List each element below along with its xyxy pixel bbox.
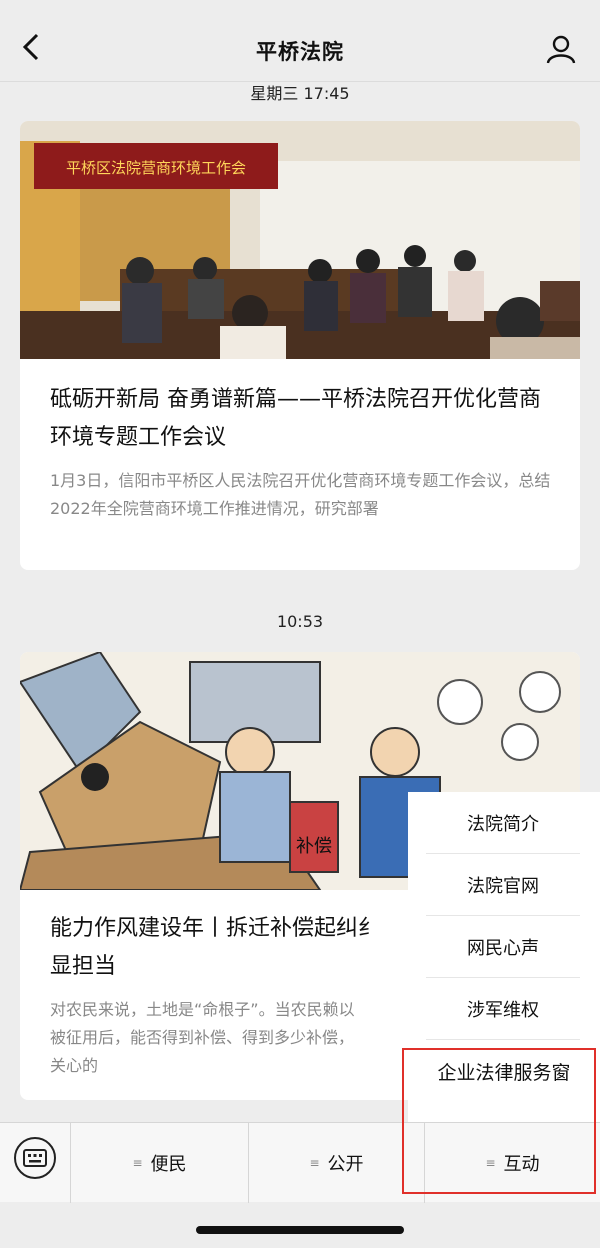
home-indicator[interactable] <box>196 1226 404 1234</box>
menu-lines-icon: ≡ <box>132 1156 143 1170</box>
person-icon <box>546 35 576 64</box>
profile-button[interactable] <box>544 32 578 66</box>
menu-lines-icon: ≡ <box>309 1156 320 1170</box>
tab-label: 公开 <box>327 1154 364 1175</box>
bottom-menu-bar: ≡ 便民 ≡ 公开 ≡ 互动 <box>0 1122 600 1203</box>
meeting-banner-text: 平桥区法院营商环境工作会 <box>66 159 246 177</box>
tab-public[interactable]: ≡ 公开 <box>248 1123 424 1203</box>
keyboard-icon <box>23 1149 47 1167</box>
tab-label: 互动 <box>503 1154 540 1175</box>
menu-item-court-website[interactable]: 法院官网 <box>426 854 580 916</box>
message-timestamp: 10:53 <box>0 612 600 631</box>
menu-item-enterprise-legal-service[interactable]: 企业法律服务窗 <box>418 1040 590 1102</box>
tab-interaction[interactable]: ≡ 互动 <box>424 1123 600 1203</box>
article-image: 平桥区法院营商环境工作会 <box>20 121 580 359</box>
tab-convenience[interactable]: ≡ 便民 <box>70 1123 248 1203</box>
menu-item-court-intro[interactable]: 法院简介 <box>426 792 580 854</box>
menu-item-netizen-voice[interactable]: 网民心声 <box>426 916 580 978</box>
tab-label: 便民 <box>150 1154 187 1175</box>
interaction-submenu: 法院简介 法院官网 网民心声 涉军维权 企业法律服务窗 <box>408 792 600 1122</box>
menu-item-military-rights[interactable]: 涉军维权 <box>426 978 580 1040</box>
article-title: 砥砺开新局 奋勇谱新篇——平桥法院召开优化营商环境专题工作会议 <box>50 387 541 450</box>
article-card[interactable]: 平桥区法院营商环境工作会 砥砺开新局 奋勇谱新篇——平桥法院召开优化营商环境专题… <box>20 121 580 570</box>
keyboard-toggle-button[interactable] <box>14 1137 56 1179</box>
compensation-sign-text: 补偿 <box>296 836 332 857</box>
menu-lines-icon: ≡ <box>485 1156 496 1170</box>
page-title: 平桥法院 <box>256 40 344 64</box>
nav-header: 平桥法院 <box>0 0 600 82</box>
article-description: 1月3日，信阳市平桥区人民法院召开优化营商环境专题工作会议，总结2022年全院营… <box>50 471 551 518</box>
message-timestamp: 星期三 17:45 <box>0 80 600 104</box>
